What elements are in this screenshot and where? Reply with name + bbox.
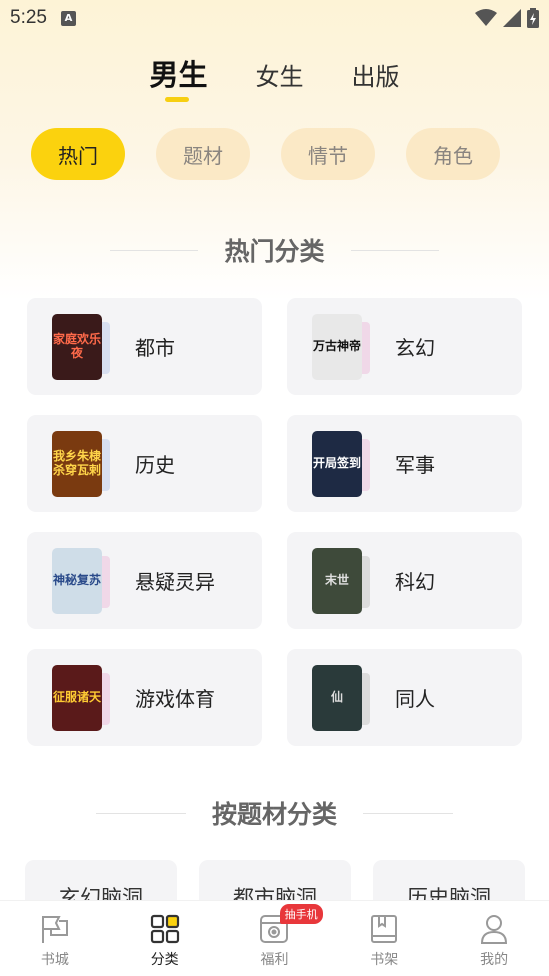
chip-role[interactable]: 角色 bbox=[406, 128, 500, 180]
book-cover: 神秘复苏 bbox=[52, 547, 102, 614]
nav-bookstore[interactable]: 书城 bbox=[0, 901, 110, 976]
nav-category[interactable]: 分类 bbox=[110, 901, 220, 976]
category-label: 科幻 bbox=[395, 570, 435, 594]
cover-title: 仙 bbox=[330, 689, 343, 704]
nav-welfare[interactable]: 福利 抽手机 bbox=[220, 901, 330, 976]
book-cover-stack: 万古神帝 bbox=[312, 313, 370, 380]
book-cover-stack: 征服诸天 bbox=[52, 664, 110, 731]
profile-icon bbox=[481, 915, 508, 944]
cover-title: 开局签到 bbox=[312, 455, 361, 470]
welfare-badge: 抽手机 bbox=[279, 904, 323, 924]
cover-title: 家庭欢乐夜 bbox=[52, 332, 101, 360]
category-card[interactable]: 神秘复苏 悬疑灵异 bbox=[27, 532, 262, 629]
book-cover-stack: 我乡朱棣杀穿瓦剌 bbox=[52, 430, 110, 497]
tab-male[interactable]: 男生 bbox=[149, 52, 208, 102]
category-card[interactable]: 征服诸天 游戏体育 bbox=[27, 649, 262, 746]
status-time: 5:25 bbox=[10, 7, 47, 28]
divider bbox=[95, 812, 186, 814]
book-cover-stack: 神秘复苏 bbox=[52, 547, 110, 614]
nav-label: 福利 bbox=[260, 952, 289, 968]
status-bar: 5:25 A bbox=[0, 0, 549, 36]
battery-icon bbox=[527, 8, 539, 28]
category-card[interactable]: 末世 科幻 bbox=[287, 532, 522, 629]
book-cover-stack: 末世 bbox=[312, 547, 370, 614]
notification-a-icon: A bbox=[60, 10, 76, 26]
bookstore-flag-icon bbox=[41, 916, 68, 943]
status-icons bbox=[475, 8, 539, 28]
book-cover-stack: 仙 bbox=[312, 664, 370, 731]
category-card[interactable]: 家庭欢乐夜 都市 bbox=[27, 298, 262, 395]
book-cover: 我乡朱棣杀穿瓦剌 bbox=[52, 430, 102, 497]
category-label: 悬疑灵异 bbox=[135, 570, 215, 594]
bookshelf-icon bbox=[371, 915, 398, 943]
nav-label: 书城 bbox=[40, 952, 69, 968]
cover-title: 末世 bbox=[324, 572, 349, 587]
book-cover: 开局签到 bbox=[312, 430, 362, 497]
book-cover: 征服诸天 bbox=[52, 664, 102, 731]
cover-title: 征服诸天 bbox=[52, 689, 101, 704]
bottom-nav: 书城 分类 福利 抽手机 书架 我的 bbox=[0, 900, 549, 976]
book-cover: 家庭欢乐夜 bbox=[52, 313, 102, 380]
category-grid-icon bbox=[150, 914, 179, 944]
divider bbox=[110, 249, 199, 251]
book-cover: 仙 bbox=[312, 664, 362, 731]
cover-title: 神秘复苏 bbox=[52, 572, 101, 587]
nav-profile[interactable]: 我的 bbox=[439, 901, 549, 976]
wifi-icon bbox=[475, 9, 497, 26]
cover-title: 我乡朱棣杀穿瓦剌 bbox=[52, 449, 101, 477]
divider bbox=[363, 812, 453, 814]
tab-female[interactable]: 女生 bbox=[256, 57, 304, 92]
category-label: 都市 bbox=[135, 336, 175, 360]
gender-tabs: 男生 女生 出版 bbox=[0, 52, 549, 102]
category-card[interactable]: 我乡朱棣杀穿瓦剌 历史 bbox=[27, 415, 262, 512]
nav-bookshelf[interactable]: 书架 bbox=[329, 901, 439, 976]
category-card[interactable]: 万古神帝 玄幻 bbox=[287, 298, 522, 395]
category-label: 历史 bbox=[135, 453, 175, 477]
divider bbox=[350, 249, 439, 251]
category-label: 游戏体育 bbox=[135, 687, 215, 711]
hot-section-header: 热门分类 bbox=[0, 232, 549, 268]
signal-icon bbox=[503, 9, 521, 27]
filter-chips: 热门 题材 情节 角色 bbox=[31, 128, 500, 180]
category-label: 军事 bbox=[395, 453, 435, 477]
nav-label: 我的 bbox=[480, 952, 509, 968]
chip-hot[interactable]: 热门 bbox=[31, 128, 125, 180]
hot-section-title: 热门分类 bbox=[224, 237, 325, 266]
book-cover-stack: 家庭欢乐夜 bbox=[52, 313, 110, 380]
category-card[interactable]: 开局签到 军事 bbox=[287, 415, 522, 512]
book-cover: 万古神帝 bbox=[312, 313, 362, 380]
nav-label: 分类 bbox=[150, 952, 179, 968]
cover-title: 万古神帝 bbox=[312, 338, 361, 353]
chip-theme[interactable]: 题材 bbox=[156, 128, 250, 180]
book-cover: 末世 bbox=[312, 547, 362, 614]
book-cover-stack: 开局签到 bbox=[312, 430, 370, 497]
chip-plot[interactable]: 情节 bbox=[281, 128, 375, 180]
topic-section-title: 按题材分类 bbox=[211, 800, 337, 829]
category-label: 玄幻 bbox=[395, 336, 435, 360]
topic-section-header: 按题材分类 bbox=[0, 795, 549, 831]
category-card[interactable]: 仙 同人 bbox=[287, 649, 522, 746]
nav-label: 书架 bbox=[370, 952, 399, 968]
category-label: 同人 bbox=[395, 687, 435, 711]
tab-publish[interactable]: 出版 bbox=[352, 57, 400, 92]
hot-category-grid: 家庭欢乐夜 都市 万古神帝 玄幻 我乡朱棣杀穿瓦剌 历史 开局签到 军事 神秘复… bbox=[27, 298, 522, 746]
